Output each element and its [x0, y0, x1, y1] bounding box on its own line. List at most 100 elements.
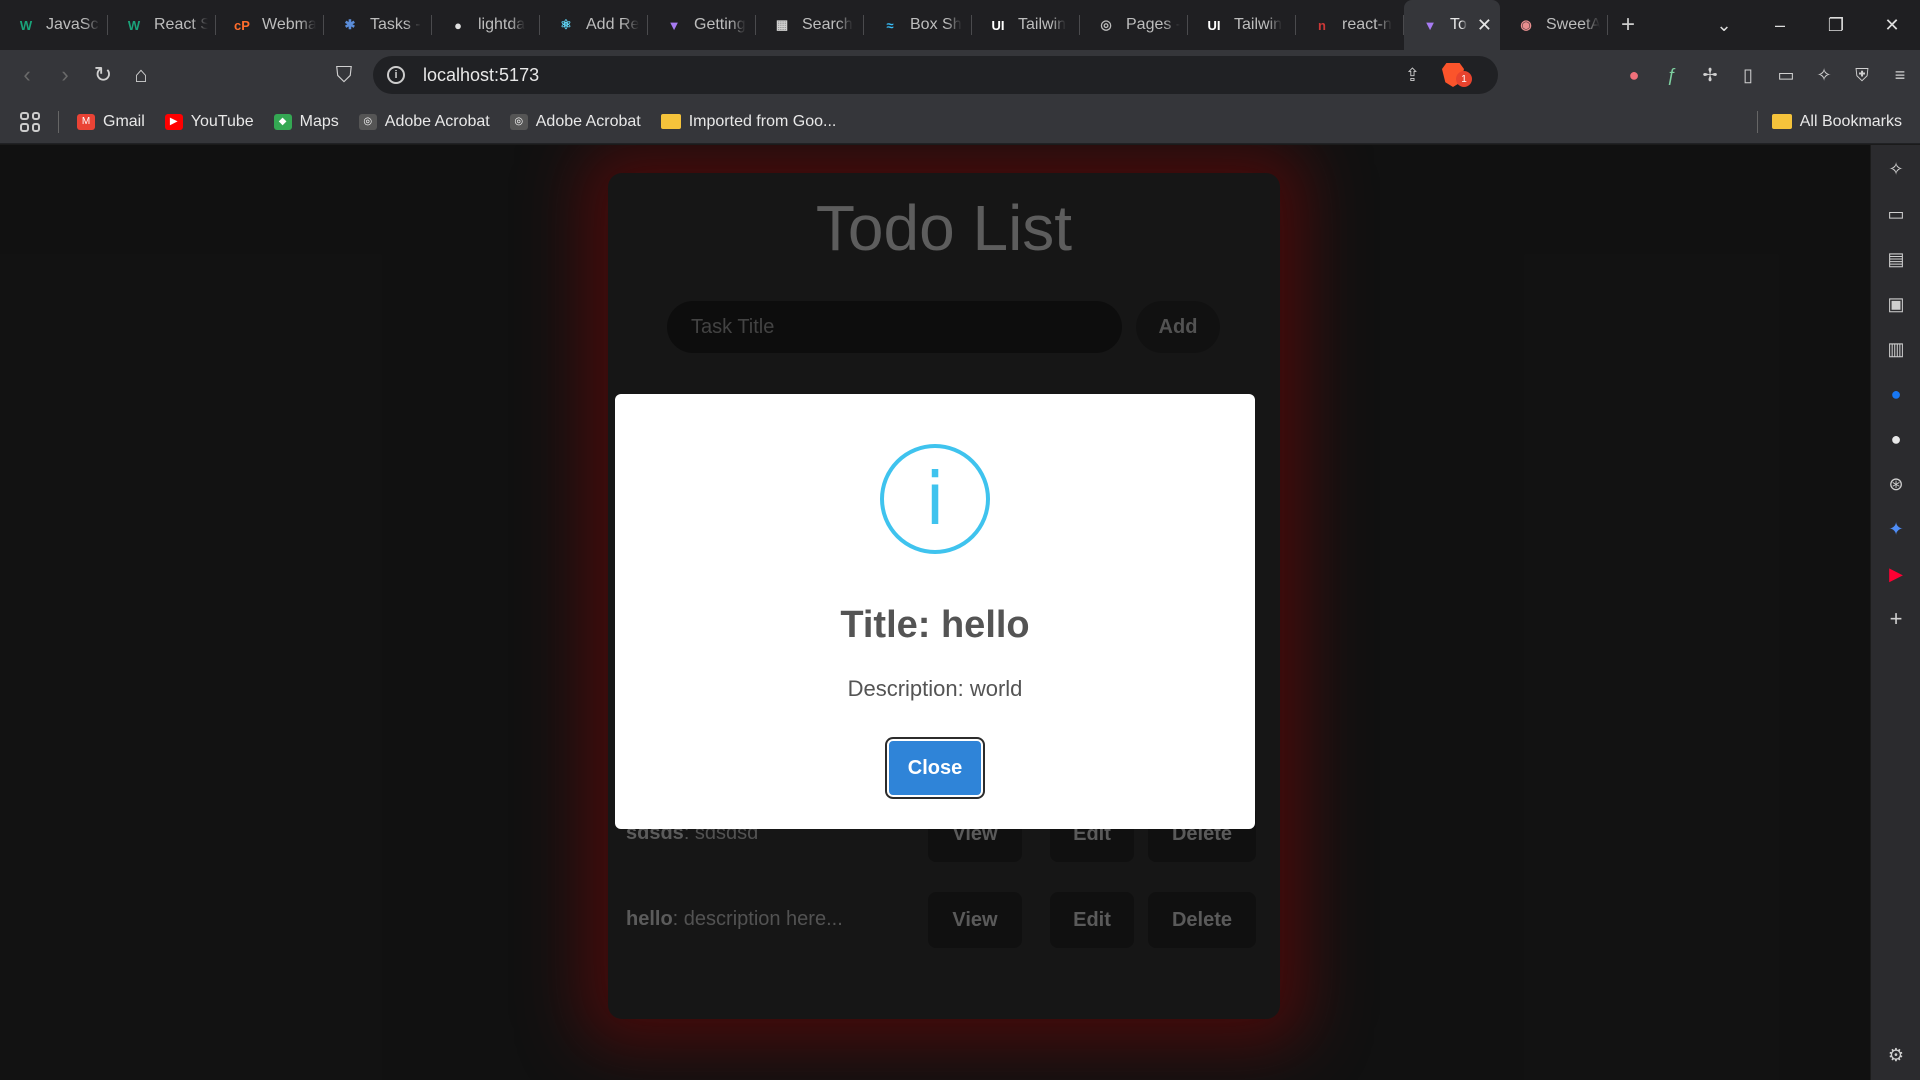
url-text[interactable]: localhost:5173 — [423, 65, 539, 86]
github-icon[interactable]: ● — [1884, 427, 1908, 451]
leo-icon[interactable]: ✧ — [1884, 157, 1908, 181]
extension-red-icon[interactable]: ● — [1624, 65, 1644, 86]
share-icon[interactable]: ⇪ — [1405, 65, 1420, 86]
browser-tab-active[interactable]: ▼ To ✕ — [1404, 0, 1500, 50]
vite-icon: ▼ — [1423, 17, 1437, 33]
browser-tab[interactable]: ● lightda — [432, 0, 540, 50]
extensions-icon[interactable]: ✢ — [1700, 65, 1720, 86]
globe-icon: ◎ — [358, 113, 377, 130]
react-icon: ⚛ — [560, 17, 572, 32]
talk-icon[interactable]: ▭ — [1884, 202, 1908, 226]
close-window-icon[interactable]: ✕ — [1864, 15, 1920, 36]
tab-title: SweetA — [1546, 16, 1600, 33]
tab-title: lightda — [478, 16, 526, 33]
window-controls: ⌄ – ❐ ✕ — [1696, 0, 1920, 50]
wallet-icon[interactable]: ▤ — [1884, 247, 1908, 271]
browser-tab[interactable]: ✱ Tasks - — [324, 0, 432, 50]
bookmark-item[interactable]: ◎ Adobe Acrobat — [509, 112, 641, 131]
new-tab-icon[interactable]: + — [1608, 0, 1648, 50]
info-modal: i Title: hello Description: world Close — [615, 394, 1255, 829]
bookmarks-bar: M Gmail ▶ YouTube ◆ Maps ◎ Adobe Acrobat ◎ Adobe … — [0, 100, 1920, 144]
browser-tab[interactable]: UI Tailwin — [1188, 0, 1296, 50]
w-icon: W — [127, 17, 141, 33]
home-icon[interactable]: ⌂ — [122, 62, 160, 88]
all-bookmarks-label: All Bookmarks — [1799, 112, 1902, 130]
vpn-icon[interactable]: ⛨ — [1852, 65, 1872, 86]
add-icon[interactable]: + — [1884, 606, 1908, 631]
extension-fx-icon[interactable]: ƒ — [1662, 65, 1682, 86]
tasks-icon: ✱ — [344, 17, 356, 32]
settings-icon[interactable]: ⚙ — [1884, 1043, 1908, 1067]
youtube-icon: ▶ — [164, 113, 183, 130]
bookmark-item[interactable]: ▶ YouTube — [164, 113, 254, 131]
menu-icon[interactable]: ≡ — [1890, 65, 1910, 86]
bookmark-icon[interactable]: ⛉ — [325, 62, 363, 88]
address-bar[interactable]: i localhost:5173 ⇪ 1 — [373, 56, 1498, 94]
bookmark-item[interactable]: ◎ Adobe Acrobat — [358, 112, 490, 131]
modal-description: Description: world — [847, 676, 1023, 701]
youtube-icon[interactable]: ▶ — [1884, 562, 1908, 586]
leo-icon[interactable]: ✧ — [1814, 65, 1834, 86]
browser-tab[interactable]: W React S — [108, 0, 216, 50]
sweetalert-icon: ◉ — [1520, 17, 1532, 32]
tab-strip: W JavaScr W React S cP Webma ✱ Tasks - ● lightda ⚛… — [0, 0, 1920, 50]
close-tab-icon[interactable]: ✕ — [1477, 15, 1492, 36]
wallet-icon[interactable]: ▭ — [1776, 65, 1796, 86]
gmail-icon: M — [77, 113, 95, 130]
reload-icon[interactable]: ↻ — [84, 62, 122, 88]
browser-tab[interactable]: n react-n — [1296, 0, 1404, 50]
browser-tab[interactable]: cP Webma — [216, 0, 324, 50]
page-viewport: Todo List Add sdsds: sdsdsd View Edit De… — [0, 145, 1870, 1080]
tab-title: Search — [802, 16, 853, 33]
back-icon[interactable]: ‹ — [8, 62, 46, 88]
bookmark-label: Maps — [299, 112, 339, 130]
folder-icon — [660, 114, 681, 129]
tab-title: JavaScr — [46, 16, 100, 33]
browser-toolbar: ‹ › ↻ ⌂ ⛉ i localhost:5173 ⇪ 1 ● ƒ ✢ ▯ ▭… — [0, 50, 1920, 100]
modal-backdrop[interactable]: i Title: hello Description: world Close — [0, 145, 1870, 1080]
sidebar-toggle-icon[interactable]: ▯ — [1738, 65, 1758, 86]
all-bookmarks-button[interactable]: All Bookmarks — [1756, 110, 1902, 133]
tab-title: Getting — [694, 16, 746, 33]
browser-tab[interactable]: ≈ Box Sh — [864, 0, 972, 50]
browser-tab[interactable]: ⚛ Add Re — [540, 0, 648, 50]
cpanel-icon: cP — [234, 17, 250, 33]
apps-icon[interactable] — [20, 111, 40, 132]
bookmarks-icon[interactable]: ▣ — [1884, 292, 1908, 316]
close-button[interactable]: Close — [887, 739, 983, 797]
bookmark-item[interactable]: ◆ Maps — [273, 112, 339, 131]
restore-icon[interactable]: ❐ — [1808, 15, 1864, 36]
tab-title: Tailwin — [1234, 16, 1283, 33]
browser-tab[interactable]: ▼ Getting — [648, 0, 756, 50]
tab-title: Box Sh — [910, 16, 962, 33]
info-icon: i — [880, 444, 990, 554]
tailwind-icon: ≈ — [886, 17, 894, 33]
browser-tab[interactable]: ◉ SweetA — [1500, 0, 1608, 50]
tab-title: Tasks - — [370, 16, 421, 33]
divider — [1756, 110, 1758, 133]
gemini-icon[interactable]: ✦ — [1884, 517, 1908, 541]
facebook-icon[interactable]: ● — [1884, 382, 1908, 406]
browser-tab[interactable]: ◎ Pages - — [1080, 0, 1188, 50]
forward-icon[interactable]: › — [46, 62, 84, 88]
tab-title: Pages - — [1126, 16, 1180, 33]
tab-title: react-n — [1342, 16, 1392, 33]
divider — [58, 110, 59, 133]
tab-search-icon[interactable]: ⌄ — [1696, 15, 1752, 36]
bookmark-item[interactable]: M Gmail — [77, 113, 145, 131]
ui-icon: UI — [1207, 17, 1221, 33]
ui-icon: UI — [991, 17, 1005, 33]
bookmark-item[interactable]: Imported from Goo... — [660, 113, 836, 131]
tab-title: To — [1450, 16, 1467, 33]
bookmark-label: Adobe Acrobat — [384, 112, 490, 130]
site-info-icon[interactable]: i — [387, 66, 405, 84]
vite-icon: ▼ — [667, 17, 681, 33]
reading-list-icon[interactable]: ▥ — [1884, 337, 1908, 361]
browser-tab[interactable]: UI Tailwin — [972, 0, 1080, 50]
minimize-icon[interactable]: – — [1752, 15, 1808, 36]
chatgpt-icon[interactable]: ⊛ — [1884, 472, 1908, 496]
browser-tab[interactable]: ▦ Search — [756, 0, 864, 50]
browser-tab[interactable]: W JavaScr — [0, 0, 108, 50]
globe-icon: ◎ — [509, 113, 528, 130]
bookmark-label: Adobe Acrobat — [535, 112, 641, 130]
